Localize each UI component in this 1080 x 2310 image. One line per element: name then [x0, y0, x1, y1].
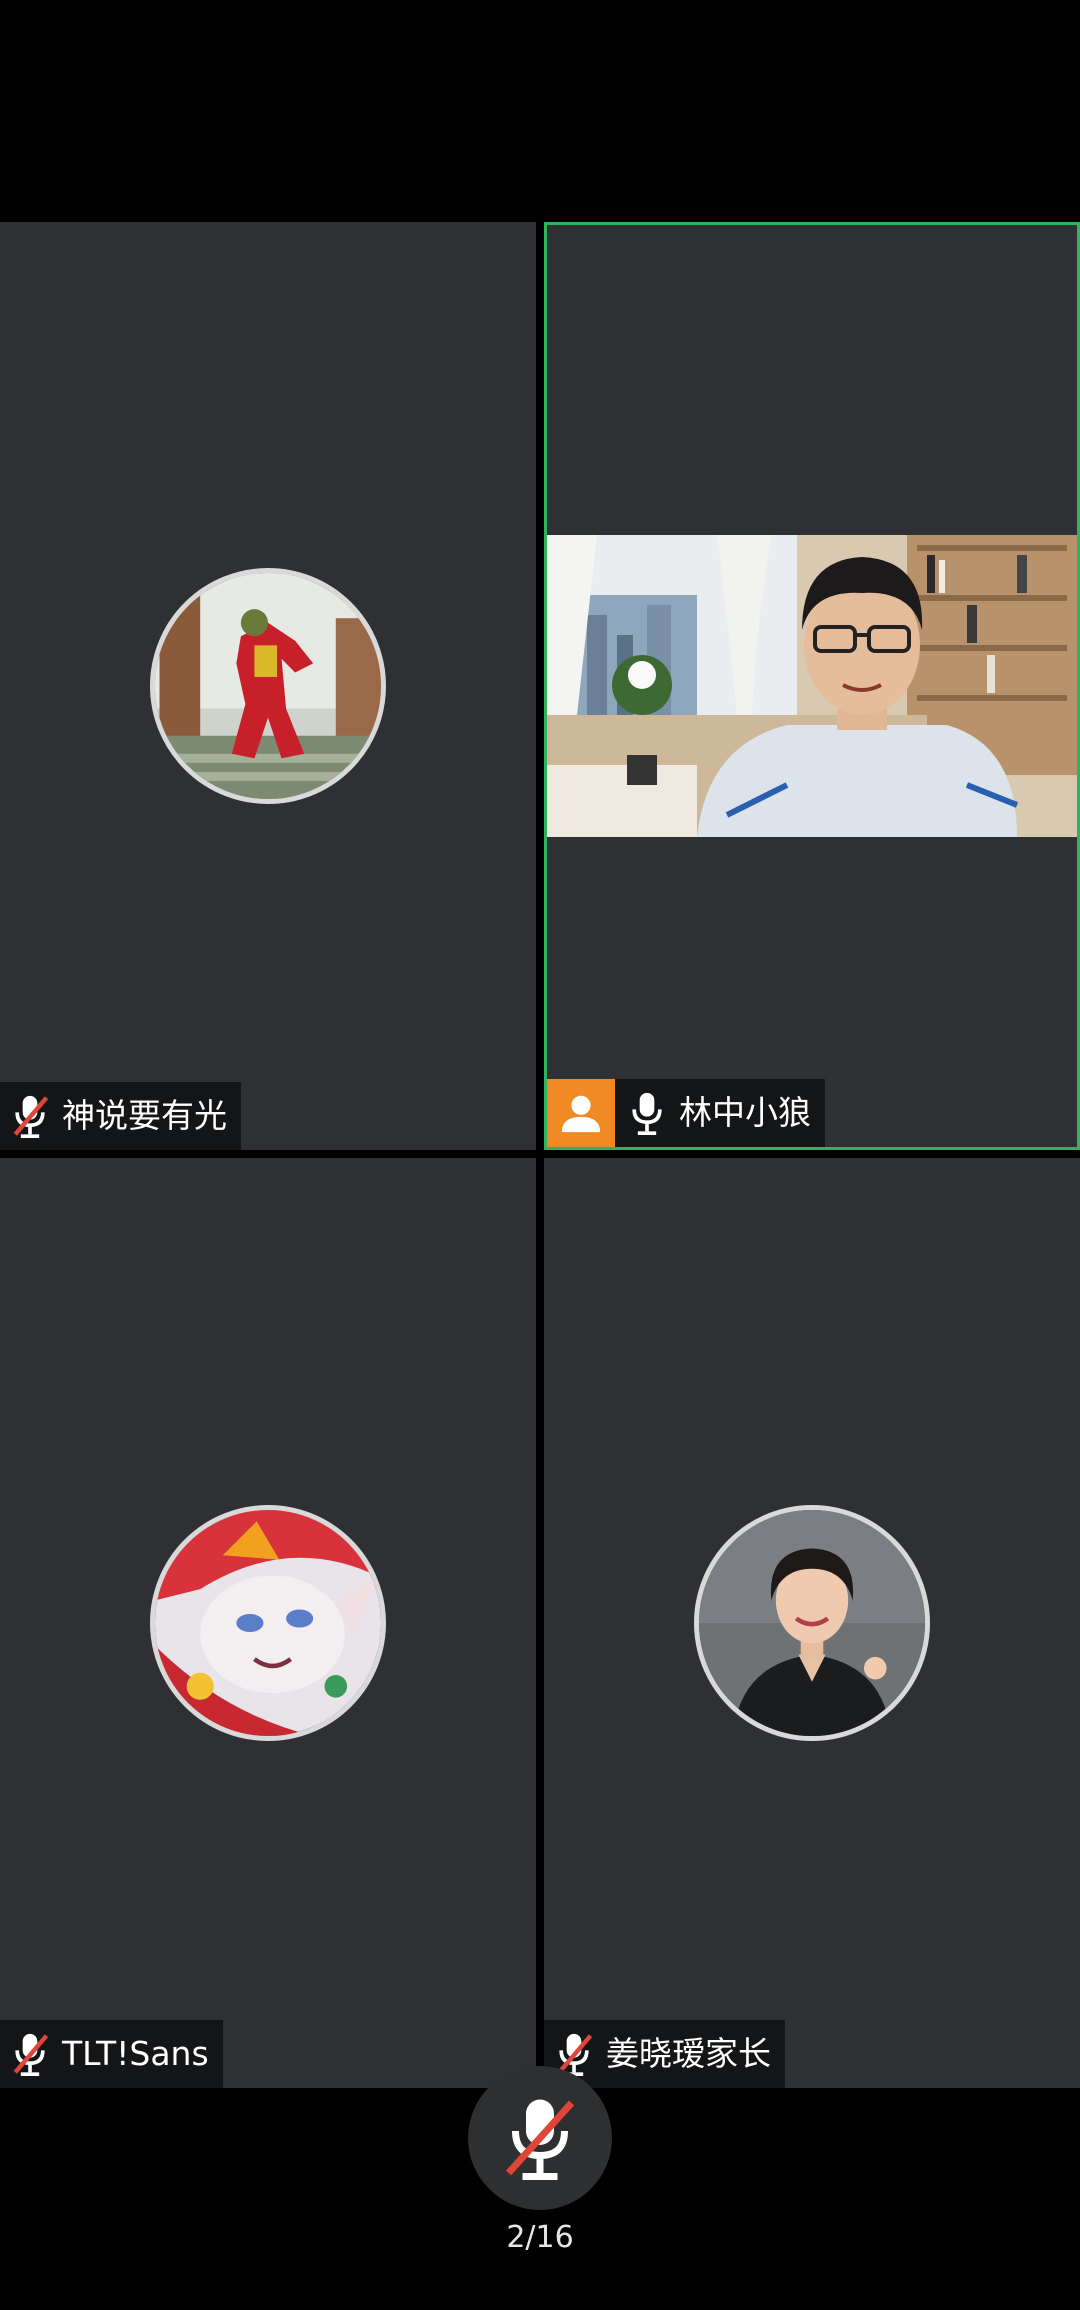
- participant-name-bar: TLT!Sans: [0, 2020, 223, 2088]
- participant-video: [547, 535, 1077, 837]
- mic-muted-icon: [8, 1092, 52, 1140]
- participant-tile[interactable]: TLT!Sans: [0, 1158, 536, 2088]
- mic-muted-icon: [8, 2030, 52, 2078]
- mic-on-icon: [625, 1089, 669, 1137]
- participant-name: 神说要有光: [62, 1096, 227, 1135]
- participant-tile[interactable]: 姜晓瑷家长: [544, 1158, 1080, 2088]
- joker-avatar: [150, 568, 386, 804]
- participant-grid: 神说要有光 林中小狼 TLT!Sans 姜晓瑷家长: [0, 222, 1080, 2088]
- host-person-icon: [547, 1079, 615, 1147]
- mute-toggle-button[interactable]: [468, 2066, 612, 2210]
- page-indicator: 2/16: [506, 2220, 574, 2255]
- woman-portrait-avatar: [694, 1505, 930, 1741]
- participant-name: 姜晓瑷家长: [606, 2034, 771, 2073]
- participant-name: 林中小狼: [679, 1093, 811, 1132]
- participant-tile[interactable]: 神说要有光: [0, 222, 536, 1150]
- cartoon-creature-avatar: [150, 1505, 386, 1741]
- participant-name: TLT!Sans: [62, 2034, 209, 2073]
- participant-tile-active[interactable]: 林中小狼: [544, 222, 1080, 1150]
- participant-name-bar: 林中小狼: [547, 1079, 825, 1147]
- mic-muted-icon: [505, 2099, 575, 2180]
- participant-name-bar: 神说要有光: [0, 1082, 241, 1150]
